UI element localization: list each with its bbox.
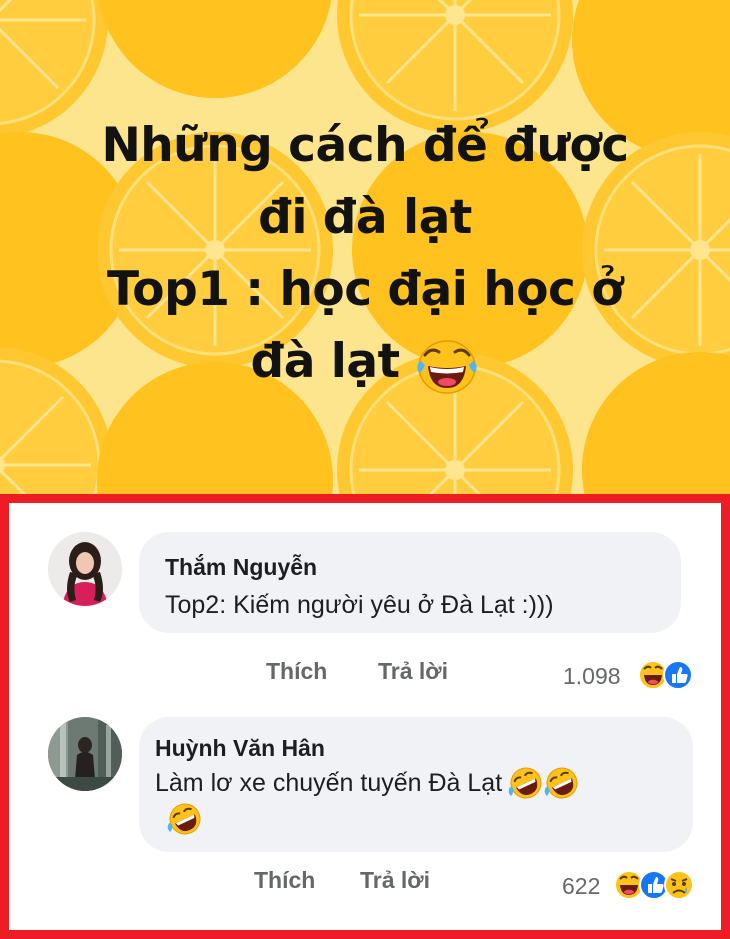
avatar-image <box>48 717 122 791</box>
like-reaction-icon <box>639 870 669 900</box>
sad-reaction-icon <box>664 870 694 900</box>
rolling-laughing-icon <box>544 767 578 799</box>
comment-text: Làm lơ xe chuyến tuyến Đà Lạt <box>155 765 580 835</box>
avatar[interactable] <box>48 717 122 791</box>
like-button[interactable]: Thích <box>266 658 327 685</box>
comment-text-line-1: Làm lơ xe chuyến tuyến Đà Lạt <box>155 765 580 801</box>
comment-author[interactable]: Huỳnh Văn Hân <box>155 735 325 762</box>
haha-reaction-icon <box>638 660 668 690</box>
caption-line-3: Top1 : học đại học ở <box>106 262 624 317</box>
caption-line-4-text: đà lạt <box>250 334 401 389</box>
post-caption: Những cách để được đi đà lạt Top1 : học … <box>0 110 730 398</box>
comments-panel: Thắm Nguyễn Top2: Kiếm người yêu ở Đà Lạ… <box>0 494 730 939</box>
like-button[interactable]: Thích <box>254 867 315 894</box>
comment-text-line-2 <box>167 801 203 842</box>
comment-author[interactable]: Thắm Nguyễn <box>165 554 317 581</box>
laughing-face-icon <box>417 339 478 394</box>
rolling-laughing-icon <box>508 767 542 799</box>
reply-button[interactable]: Trả lời <box>378 658 448 685</box>
like-reaction-icon <box>663 660 693 690</box>
rolling-laughing-icon <box>167 803 201 835</box>
caption-line-1: Những cách để được <box>101 118 629 173</box>
avatar[interactable] <box>48 532 122 606</box>
reply-button[interactable]: Trả lời <box>360 867 430 894</box>
comment-text-content: Làm lơ xe chuyến tuyến Đà Lạt <box>155 769 503 797</box>
reaction-count[interactable]: 622 <box>562 873 600 900</box>
reaction-icons[interactable] <box>613 867 707 903</box>
post-image: Những cách để được đi đà lạt Top1 : học … <box>0 0 730 494</box>
haha-reaction-icon <box>614 870 644 900</box>
comment-text: Top2: Kiếm người yêu ở Đà Lạt :))) <box>165 591 554 619</box>
caption-line-4: đà lạt <box>0 326 730 398</box>
reaction-icons[interactable] <box>637 657 697 693</box>
avatar-image <box>48 532 122 606</box>
caption-line-2: đi đà lạt <box>258 190 472 245</box>
reaction-count[interactable]: 1.098 <box>563 663 621 690</box>
